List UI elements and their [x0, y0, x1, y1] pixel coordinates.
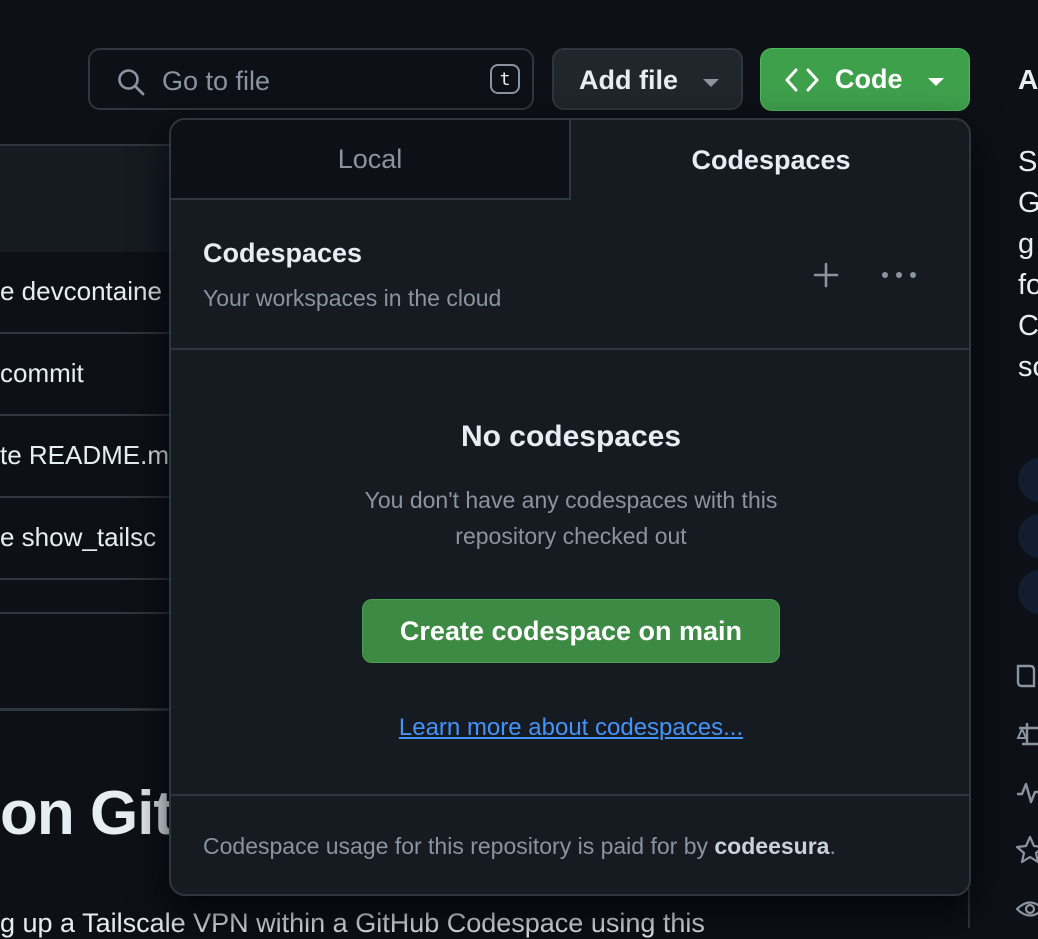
keyboard-shortcut-hint: t: [490, 64, 520, 94]
tab-codespaces-label: Codespaces: [691, 144, 851, 175]
code-dropdown-panel: Local Codespaces Codespaces Your workspa…: [169, 118, 971, 896]
topic-tag[interactable]: [1018, 514, 1038, 558]
search-placeholder: Go to file: [162, 66, 271, 96]
section-title: Codespaces: [203, 238, 363, 268]
add-file-label: Add file: [579, 65, 678, 95]
billing-footer: Codespace usage for this repository is p…: [203, 833, 836, 860]
divider: [171, 348, 969, 350]
topic-tag[interactable]: [1018, 458, 1038, 502]
learn-more-link: Learn more about codespaces...: [171, 714, 969, 742]
tab-local[interactable]: Local: [171, 120, 571, 200]
file-row[interactable]: e show_tailsc: [0, 498, 180, 580]
book-icon: [1016, 664, 1036, 688]
commit-message: e devcontaine: [0, 276, 162, 306]
pulse-icon: [1017, 782, 1038, 804]
add-file-button[interactable]: Add file: [552, 48, 743, 110]
file-row[interactable]: commit: [0, 334, 180, 416]
file-list-header: [0, 144, 180, 254]
code-label: Code: [835, 64, 903, 94]
law-icon: [1016, 723, 1038, 746]
footer-text: Codespace usage for this repository is p…: [203, 833, 715, 859]
topic-tag[interactable]: [1018, 570, 1038, 614]
create-codespace-button[interactable]: Create codespace on main: [362, 599, 780, 663]
chevron-down-icon: [928, 78, 944, 86]
code-icon: [785, 68, 819, 92]
commit-message: te README.m: [0, 440, 170, 470]
about-line: S: [1018, 146, 1038, 178]
empty-state-description: You don't have any codespaces with this …: [364, 487, 778, 549]
about-line: fo: [1018, 269, 1038, 301]
footer-owner: codeesura: [714, 833, 830, 859]
tab-codespaces[interactable]: Codespaces: [571, 120, 969, 200]
divider: [968, 888, 970, 928]
kebab-horizontal-icon[interactable]: [879, 268, 919, 282]
footer-suffix: .: [829, 833, 836, 859]
go-to-file-input[interactable]: Go to file t: [88, 48, 534, 110]
plus-icon[interactable]: [811, 260, 841, 290]
commit-message: e show_tailsc: [0, 522, 157, 552]
commit-message: commit: [0, 358, 84, 388]
chevron-down-icon: [703, 79, 719, 87]
divider: [171, 794, 969, 796]
readme-paragraph: g up a Tailscale VPN within a GitHub Cod…: [0, 908, 705, 938]
about-description: S G g fo C so: [1018, 142, 1038, 388]
file-row[interactable]: e devcontaine: [0, 252, 180, 334]
code-button[interactable]: Code: [760, 48, 970, 111]
about-line: C: [1018, 310, 1038, 342]
divider: [0, 708, 180, 711]
about-heading: A: [1018, 64, 1038, 95]
eye-icon: [1016, 901, 1038, 917]
about-line: so: [1018, 351, 1038, 383]
section-subtitle: Your workspaces in the cloud: [203, 285, 502, 311]
divider: [0, 612, 180, 614]
star-icon: [1016, 835, 1038, 864]
empty-state-title: No codespaces: [460, 420, 682, 453]
file-row[interactable]: te README.m: [0, 416, 180, 498]
tab-local-label: Local: [337, 143, 403, 174]
about-line: G: [1018, 187, 1038, 219]
about-line: g: [1018, 228, 1035, 260]
learn-more-link-text[interactable]: Learn more about codespaces...: [399, 714, 743, 741]
search-icon: [118, 69, 145, 96]
